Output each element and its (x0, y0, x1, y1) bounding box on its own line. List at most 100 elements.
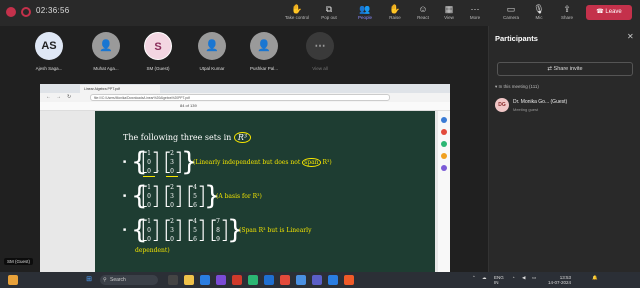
annotation-underline (166, 176, 178, 177)
app-icon[interactable] (296, 275, 306, 285)
app-icon[interactable] (344, 275, 354, 285)
search-icon: ⚲ (103, 277, 107, 283)
share-icon: ⇪ (563, 4, 571, 14)
participants-panel: Participants ✕ ⇄ Share invite ▾ In this … (488, 26, 640, 272)
participant-tile[interactable]: S SM (Guest) (131, 30, 185, 80)
participant-tile[interactable]: 👤 Muhat Aga... (79, 30, 133, 80)
participant-role: Meeting guest (513, 107, 539, 112)
avatar: DG (495, 98, 509, 112)
user-icon: 👤 (257, 40, 271, 52)
pdf-page-info: 84 of 139 (180, 103, 197, 108)
app-icon[interactable] (441, 141, 447, 147)
teams-meeting-window: 02:36:56 ✋ Take control ⧉ Pop out 👥 People … (0, 0, 640, 288)
app-icon[interactable] (441, 129, 447, 135)
cloud-icon[interactable]: ☁ (482, 275, 487, 281)
vector: [ 1 0 0 ] (140, 148, 161, 176)
weather-icon[interactable] (8, 275, 18, 285)
app-icon[interactable] (248, 275, 258, 285)
language-indicator[interactable]: ENG IN (494, 275, 504, 285)
tray-chevron-icon[interactable]: ⌃ (472, 275, 476, 281)
avatar: AS (35, 32, 63, 60)
file-explorer-icon[interactable] (184, 275, 194, 285)
shield-icon (21, 7, 31, 17)
vector: [ 2 3 0 ] (163, 148, 184, 176)
app-icon[interactable] (328, 275, 338, 285)
back-icon[interactable]: ← (46, 94, 51, 100)
app-icon[interactable] (441, 117, 447, 123)
leave-button[interactable]: ☎ Leave (586, 5, 632, 20)
slide-title-space: R³ (233, 132, 252, 143)
pop-out-icon: ⧉ (325, 4, 333, 14)
windows-taskbar: ⊞ ⚲ Search ⌃ ☁ ENG IN ◔ ◀ ▭ 13:53 14-07-202… (0, 272, 640, 288)
self-name-label: SM (Guest) (4, 258, 34, 265)
participant-tile[interactable]: 👤 Utpal Kumar (185, 30, 239, 80)
chrome-icon[interactable] (280, 275, 290, 285)
bullet-icon: ■ (123, 193, 127, 199)
browser-tab[interactable]: Linear Algebra PPT.pdf (80, 85, 160, 93)
annotation-circle: span (302, 158, 321, 167)
volume-icon[interactable]: ◀ (522, 275, 525, 281)
bracket-icon: ] (151, 216, 161, 244)
wifi-icon[interactable]: ◔ (512, 275, 515, 280)
bracket-icon: ] (174, 216, 184, 244)
task-view-icon[interactable] (168, 275, 178, 285)
user-icon: 👤 (205, 40, 219, 52)
refresh-icon[interactable]: ↻ (67, 94, 71, 100)
slide-title: The following three sets in R³ (123, 132, 252, 143)
in-meeting-header[interactable]: ▾ In this meeting (111) (495, 84, 539, 90)
app-icon[interactable] (232, 275, 242, 285)
vector: [ 4 5 6 ] (186, 216, 207, 244)
more-icon: ⋯ (306, 32, 334, 60)
teams-icon[interactable] (312, 275, 322, 285)
meeting-timer: 02:36:56 (36, 6, 70, 15)
windows-start-icon[interactable]: ⊞ (84, 275, 94, 285)
lecture-slide: The following three sets in R³ ■ { [ 1 0… (95, 111, 435, 272)
clock[interactable]: 13:53 14-07-2024 (548, 275, 571, 285)
notification-icon[interactable]: 🔔 (592, 275, 598, 281)
view-all-tile[interactable]: ⋯ View all (293, 30, 347, 80)
slide-caption: (A basis for R³) (216, 193, 262, 200)
app-icon[interactable] (441, 153, 447, 159)
user-icon: 👤 (99, 40, 113, 52)
take-control-button[interactable]: ✋ Take control (280, 4, 314, 24)
close-icon[interactable]: ✕ (627, 32, 634, 41)
word-icon[interactable] (264, 275, 274, 285)
bracket-icon: ] (197, 216, 207, 244)
edge-icon[interactable] (200, 275, 210, 285)
taskbar-search[interactable]: ⚲ Search (100, 275, 158, 285)
people-button[interactable]: 👥 People (348, 4, 382, 24)
more-button[interactable]: ⋯ More (458, 4, 492, 24)
avatar: S (144, 32, 172, 60)
participant-name[interactable]: Dr. Monika Go... (Guest) (513, 99, 567, 105)
share-invite-button[interactable]: ⇄ Share invite (497, 62, 633, 76)
participant-strip: AS Ajesh Saga... 👤 Muhat Aga... S SM (Gu… (0, 26, 486, 84)
app-icon[interactable] (441, 165, 447, 171)
vector: [ 2 3 0 ] (163, 182, 184, 210)
battery-icon[interactable]: ▭ (532, 275, 536, 281)
slide-item-1: ■ { [ 1 0 0 ] , [ 2 3 0 ]} (Linearly in… (123, 149, 423, 177)
more-icon: ⋯ (470, 4, 480, 14)
annotation-underline (143, 176, 155, 177)
slide-caption: (Span R³ but is Linearly (239, 227, 312, 234)
bullet-icon: ■ (123, 159, 127, 165)
vector: [ 2 3 0 ] (163, 216, 184, 244)
forward-icon[interactable]: → (56, 94, 61, 100)
vector: [ 4 5 6 ] (186, 182, 207, 210)
url-input[interactable]: file:///C:/Users/Monika/Downloads/Linear… (90, 94, 390, 101)
slide-caption: (Linearly independent but does not span … (193, 158, 332, 167)
vector: [ 7 8 9 ] (209, 216, 230, 244)
share-button[interactable]: ⇪ Share (550, 4, 584, 24)
pop-out-button[interactable]: ⧉ Pop out (312, 4, 346, 24)
browser-address-bar: ← → ↻ file:///C:/Users/Monika/Downloads/… (40, 93, 450, 102)
avatar: 👤 (92, 32, 120, 60)
slide-item-2: ■ { [ 1 0 0 ] [ 2 3 0 ] [4 5 6]} (A b… (123, 183, 423, 211)
panel-title: Participants (495, 34, 538, 43)
avatar: 👤 (250, 32, 278, 60)
participant-tile[interactable]: AS Ajesh Saga... (22, 30, 76, 80)
browser-tab-bar: Linear Algebra PPT.pdf (40, 84, 450, 93)
slide-item-3: ■ { [ 1 0 0 ] [ 2 3 0 ] [4 5 6] [7 8 … (123, 216, 423, 254)
recording-icon (6, 7, 16, 17)
avatar: 👤 (198, 32, 226, 60)
participant-tile[interactable]: 👤 Pushkar Pal... (237, 30, 291, 80)
store-icon[interactable] (216, 275, 226, 285)
